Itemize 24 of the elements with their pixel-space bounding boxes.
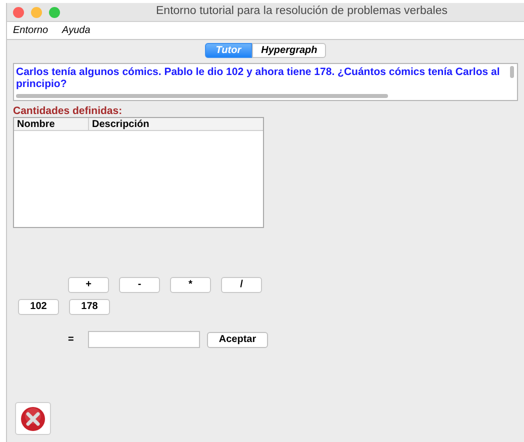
operator-button[interactable]: * xyxy=(170,277,211,293)
equals-sign: = xyxy=(68,333,75,347)
vertical-scrollbar[interactable] xyxy=(510,66,514,78)
close-window-icon[interactable] xyxy=(13,6,24,18)
column-header[interactable]: Nombre xyxy=(14,118,89,130)
menu-item[interactable]: Ayuda xyxy=(62,23,90,38)
expression-field[interactable] xyxy=(88,331,200,348)
operator-button[interactable]: / xyxy=(221,277,262,293)
operator-button[interactable]: + xyxy=(68,277,109,293)
problem-text: Carlos tenía algunos cómics. Pablo le dio 102 y ahora tiene 178. ¿Cuántos cómics tenía Carlos al principio? xyxy=(16,65,501,90)
menu-item[interactable]: Entorno xyxy=(13,23,48,38)
exit-button[interactable] xyxy=(15,402,51,435)
number-button[interactable]: 102 xyxy=(18,299,59,315)
number-button[interactable]: 178 xyxy=(69,299,110,315)
quantities-heading: Cantidades definidas: xyxy=(13,105,124,117)
window-title: Entorno tutorial para la resolución de problemas verbales xyxy=(156,4,448,20)
accept-button[interactable]: Aceptar xyxy=(207,332,268,348)
column-header[interactable]: Descripción xyxy=(89,118,263,130)
maximize-window-icon[interactable] xyxy=(49,6,60,18)
close-icon xyxy=(20,406,46,432)
minimize-window-icon[interactable] xyxy=(31,6,42,18)
tab[interactable]: Hypergraph xyxy=(252,43,326,58)
horizontal-scrollbar[interactable] xyxy=(16,94,388,98)
operator-button[interactable]: - xyxy=(119,277,160,293)
